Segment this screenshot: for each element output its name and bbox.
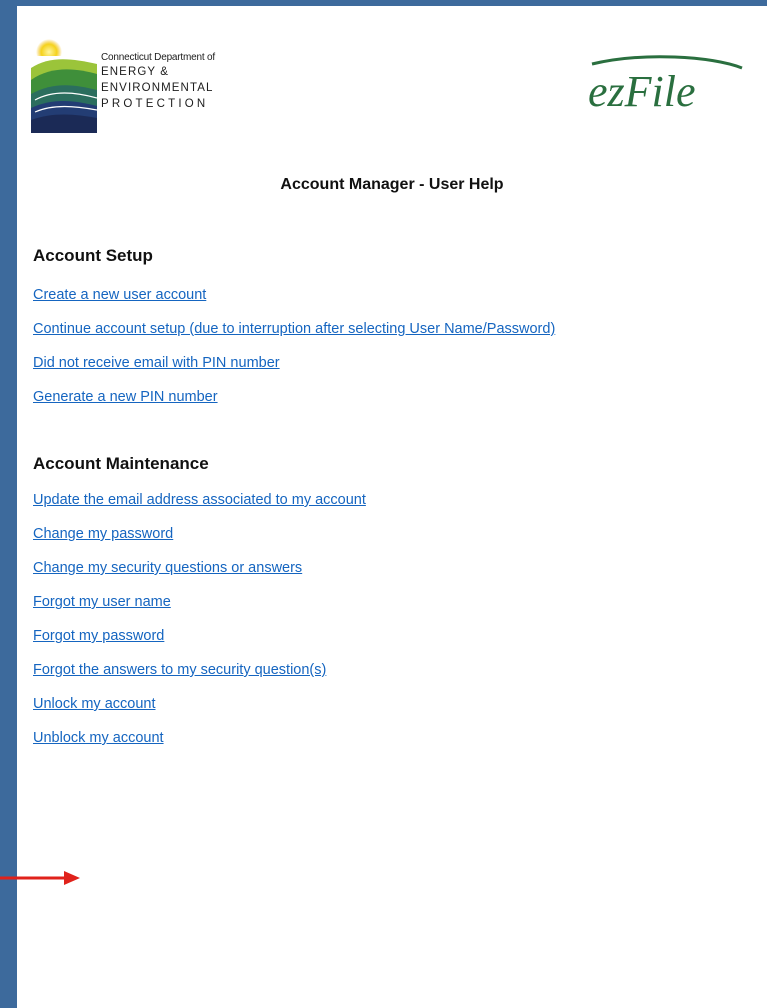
- list-item: Did not receive email with PIN number: [33, 355, 555, 389]
- account-maintenance-links: Update the email address associated to m…: [33, 492, 366, 764]
- list-item: Create a new user account: [33, 287, 555, 321]
- link-no-pin-email[interactable]: Did not receive email with PIN number: [33, 355, 280, 371]
- link-unblock-account[interactable]: Unblock my account: [33, 730, 164, 746]
- link-continue-setup[interactable]: Continue account setup (due to interrupt…: [33, 321, 555, 337]
- list-item: Forgot my user name: [33, 594, 366, 628]
- ezfile-logo-text: ezFile: [588, 67, 696, 116]
- help-page: Connecticut Department of ENERGY & ENVIR…: [17, 6, 767, 1008]
- account-setup-heading: Account Setup: [33, 246, 153, 265]
- link-generate-pin[interactable]: Generate a new PIN number: [33, 389, 218, 405]
- list-item: Continue account setup (due to interrupt…: [33, 321, 555, 355]
- ezfile-logo: ezFile: [588, 55, 743, 116]
- link-change-security-questions[interactable]: Change my security questions or answers: [33, 560, 302, 576]
- list-item: Update the email address associated to m…: [33, 492, 366, 526]
- deep-logo-text: Connecticut Department of ENERGY & ENVIR…: [101, 52, 215, 112]
- deep-logo-line4: PROTECTION: [101, 98, 209, 110]
- link-create-account[interactable]: Create a new user account: [33, 287, 206, 303]
- account-maintenance-heading: Account Maintenance: [33, 454, 209, 473]
- link-forgot-password[interactable]: Forgot my password: [33, 628, 164, 644]
- link-forgot-security-answers[interactable]: Forgot the answers to my security questi…: [33, 662, 326, 678]
- deep-landscape-icon: [31, 39, 97, 133]
- link-forgot-username[interactable]: Forgot my user name: [33, 594, 171, 610]
- link-unlock-account[interactable]: Unlock my account: [33, 696, 156, 712]
- page-title: Account Manager - User Help: [280, 176, 504, 193]
- link-change-password[interactable]: Change my password: [33, 526, 173, 542]
- red-arrow-icon: [0, 871, 80, 885]
- deep-logo-line3: ENVIRONMENTAL: [101, 82, 214, 94]
- list-item: Unblock my account: [33, 730, 366, 764]
- list-item: Change my password: [33, 526, 366, 560]
- link-update-email[interactable]: Update the email address associated to m…: [33, 492, 366, 508]
- deep-logo: Connecticut Department of ENERGY & ENVIR…: [31, 38, 246, 133]
- list-item: Forgot my password: [33, 628, 366, 662]
- deep-logo-line1: Connecticut Department of: [101, 52, 215, 63]
- list-item: Change my security questions or answers: [33, 560, 366, 594]
- list-item: Generate a new PIN number: [33, 389, 555, 423]
- list-item: Forgot the answers to my security questi…: [33, 662, 366, 696]
- page-header: Connecticut Department of ENERGY & ENVIR…: [17, 6, 767, 146]
- deep-logo-line2: ENERGY &: [101, 66, 170, 78]
- list-item: Unlock my account: [33, 696, 366, 730]
- account-setup-links: Create a new user account Continue accou…: [33, 287, 555, 423]
